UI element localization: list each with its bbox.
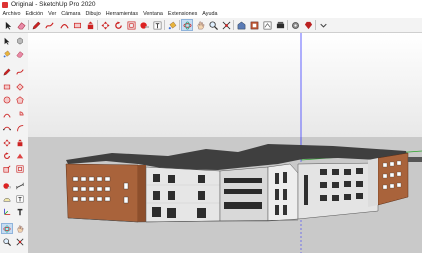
left-brick-side [138,165,146,222]
freehand-icon[interactable] [43,19,55,31]
pan-icon[interactable] [14,223,26,234]
tape-measure-icon[interactable] [138,19,150,31]
tape-measure-icon[interactable] [1,180,13,191]
circle-icon[interactable] [1,94,13,105]
dimension-icon[interactable] [14,180,26,191]
sketchup-logo-icon [2,2,8,8]
menu-ventana[interactable]: Ventana [141,10,166,18]
menu-archivo[interactable]: Archivo [0,10,23,18]
pie-icon[interactable] [14,109,26,120]
menu-ver[interactable]: Ver [46,10,59,18]
select-arrow-icon[interactable] [2,19,14,31]
sky [28,33,422,137]
zoom-extents-icon[interactable] [14,236,26,247]
arc-icon[interactable] [1,109,13,120]
follow-me-icon[interactable] [14,150,26,161]
orbit-icon[interactable] [1,223,13,234]
menu-herramientas[interactable]: Herramientas [103,10,140,18]
push-pull-icon[interactable] [14,137,26,148]
push-pull-icon[interactable] [84,19,96,31]
offset-icon[interactable] [125,19,137,31]
long-windows [224,178,262,209]
window-title: Original - SketchUp Pro 2020 [11,1,96,8]
rotate-icon[interactable] [112,19,124,31]
rotated-rectangle-icon[interactable] [14,81,26,92]
orbit-icon[interactable] [181,19,193,31]
chevron-down-icon[interactable] [317,19,329,31]
protractor-icon[interactable] [1,193,13,204]
menu-extensiones[interactable]: Extensiones [165,10,199,18]
zoom-extents-icon[interactable] [220,19,232,31]
move-icon[interactable] [1,137,13,148]
menu-dibujo[interactable]: Dibujo [83,10,103,18]
left-brick-facade [65,163,139,223]
ruby-icon[interactable] [302,19,314,31]
left-toolbar [0,33,29,253]
paint-bucket-icon[interactable] [1,48,13,59]
arc-icon[interactable] [58,19,70,31]
rectangle-icon[interactable] [71,19,83,31]
text-icon[interactable] [14,193,26,204]
warehouse-icon[interactable] [235,19,247,31]
right-brick-facade [377,152,409,206]
drawing-viewport[interactable] [28,33,422,253]
pan-icon[interactable] [194,19,206,31]
main-toolbar [0,18,422,33]
menu-ayuda[interactable]: Ayuda [200,10,220,18]
layout-icon[interactable] [261,19,273,31]
pencil-icon[interactable] [30,19,42,31]
menu-edicion[interactable]: Edición [23,10,46,18]
eraser-icon[interactable] [14,48,26,59]
paint-bucket-icon[interactable] [166,19,178,31]
axes-icon[interactable] [1,206,13,217]
text-icon[interactable] [151,19,163,31]
title-bar: Original - SketchUp Pro 2020 [0,0,422,10]
make-component-icon[interactable] [14,35,26,46]
move-icon[interactable] [99,19,111,31]
polygon-icon[interactable] [14,94,26,105]
menu-camara[interactable]: Cámara [59,10,83,18]
line-icon[interactable] [1,66,13,77]
zoom-icon[interactable] [207,19,219,31]
eraser-icon[interactable] [15,19,27,31]
offset-icon[interactable] [14,163,26,174]
select-arrow-icon[interactable] [1,35,13,46]
3d-text-icon[interactable] [14,206,26,217]
menu-bar: Archivo Edición Ver Cámara Dibujo Herram… [0,10,422,18]
right-brick-side [368,158,378,207]
zoom-icon[interactable] [1,236,13,247]
settings-icon[interactable] [289,19,301,31]
scale-icon[interactable] [1,163,13,174]
far-right-detail [408,157,422,162]
extension-warehouse-icon[interactable] [248,19,260,31]
rotate-icon[interactable] [1,150,13,161]
components-icon[interactable] [274,19,286,31]
arc-3pt-icon[interactable] [1,122,13,133]
rectangle-icon[interactable] [1,81,13,92]
arc-2pt-icon[interactable] [14,122,26,133]
freehand-icon[interactable] [14,66,26,77]
